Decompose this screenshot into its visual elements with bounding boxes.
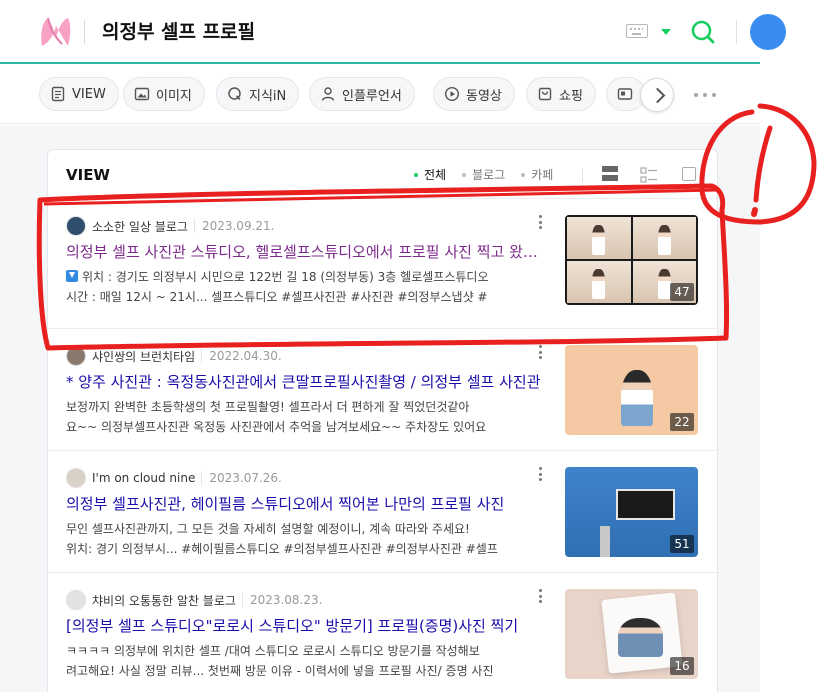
tab-video[interactable]: 동영상 <box>433 77 515 111</box>
more-options-icon[interactable] <box>538 589 542 603</box>
view-section: VIEW 전체 블로그 카페 소소한 일상 블로그 2023.09.21. 의정… <box>47 149 718 692</box>
more-options-icon[interactable] <box>538 467 542 481</box>
author-name: 샤인쌍의 브런치타임 <box>92 349 196 364</box>
filter-label: 카페 <box>531 168 554 182</box>
tab-images[interactable]: 이미지 <box>123 77 205 111</box>
result-title-link[interactable]: 의정부 셀프사진관, 헤이필름 스튜디오에서 찍어본 나만의 프로필 사진 <box>66 493 544 514</box>
result-thumbnail[interactable]: 22 <box>565 345 698 435</box>
result-snippet: 무인 셀프사진관까지, 그 모든 것을 자세히 설명할 예정이니, 계속 따라와… <box>66 519 544 559</box>
tabs-next-button[interactable] <box>640 78 674 112</box>
image-icon <box>134 87 150 101</box>
result-title-link[interactable]: * 양주 사진관 : 옥정동사진관에서 큰딸프로필사진촬영 / 의정부 셀프 사… <box>66 371 544 392</box>
tab-label: VIEW <box>72 86 106 102</box>
image-count-badge: 22 <box>670 413 694 431</box>
result-author[interactable]: 샤인쌍의 브런치타임 2022.04.30. <box>66 346 282 366</box>
tab-influencer[interactable]: 인플루언서 <box>309 77 415 111</box>
video-view-icon[interactable] <box>682 167 696 181</box>
location-badge-icon <box>66 270 78 282</box>
naver-logo-icon[interactable] <box>36 14 74 50</box>
tab-label: 이미지 <box>156 88 192 104</box>
result-item: I'm on cloud nine 2023.07.26. 의정부 셀프사진관,… <box>48 450 717 572</box>
author-name: 소소한 일상 블로그 <box>92 219 188 234</box>
header-divider-right <box>736 20 737 44</box>
tab-view[interactable]: VIEW <box>39 77 119 111</box>
result-thumbnail[interactable]: 16 <box>565 589 698 679</box>
result-item: 챠비의 오통통한 알찬 블로그 2023.08.23. [의정부 셀프 스튜디오… <box>48 572 717 692</box>
tab-label: 동영상 <box>466 88 502 104</box>
view-filters: 전체 블로그 카페 <box>414 166 569 183</box>
search-tabs: VIEW 이미지 지식iN 인플루언서 동영상 쇼핑 <box>0 64 760 124</box>
play-icon <box>444 86 460 102</box>
search-query-input[interactable]: 의정부 셀프 프로필 <box>102 17 255 44</box>
user-avatar[interactable] <box>750 14 786 50</box>
image-count-badge: 51 <box>670 535 694 553</box>
filter-blog[interactable]: 블로그 <box>462 166 505 183</box>
result-snippet: ㅋㅋㅋㅋ 의정부에 위치한 셀프 /대여 스튜디오 로로시 스튜디오 방문기를 … <box>66 641 544 681</box>
result-title-link[interactable]: 의정부 셀프 사진관 스튜디오, 헬로셀프스튜디오에서 프로필 사진 찍고 왔어… <box>66 241 544 262</box>
section-title: VIEW <box>66 166 110 184</box>
keyboard-icon[interactable] <box>626 24 648 38</box>
result-snippet: 보정까지 완벽한 초등학생의 첫 프로필촬영! 셀프라서 더 편하게 잘 찍었던… <box>66 397 544 437</box>
result-snippet: 위치 : 경기도 의정부시 시민으로 122번 길 18 (의정부동) 3층 헬… <box>66 267 544 307</box>
author-name: 챠비의 오통통한 알찬 블로그 <box>92 593 236 608</box>
snippet-line: 시간 : 매일 12시 ~ 21시... 셀프스튜디오 #셀프사진관 #사진관 … <box>66 290 488 304</box>
snippet-line: ㅋㅋㅋㅋ 의정부에 위치한 셀프 /대여 스튜디오 로로시 스튜디오 방문기를 … <box>66 644 480 658</box>
tab-kin[interactable]: 지식iN <box>216 77 300 111</box>
post-date: 2023.08.23. <box>241 593 322 607</box>
post-date: 2023.09.21. <box>193 219 274 233</box>
result-thumbnail[interactable]: 51 <box>565 467 698 557</box>
snippet-line: 보정까지 완벽한 초등학생의 첫 프로필촬영! 셀프라서 더 편하게 잘 찍었던… <box>66 400 470 414</box>
list-view-icon[interactable] <box>602 166 618 182</box>
result-author[interactable]: 챠비의 오통통한 알찬 블로그 2023.08.23. <box>66 590 322 610</box>
filter-cafe[interactable]: 카페 <box>521 166 553 183</box>
snippet-line: 려고해요! 사실 정말 리뷰... 첫번째 방문 이유 - 이력서에 넣을 프로… <box>66 664 494 678</box>
tab-label: 인플루언서 <box>342 88 402 104</box>
search-header: 의정부 셀프 프로필 <box>0 0 786 64</box>
chevron-down-icon[interactable] <box>661 29 671 35</box>
result-author[interactable]: I'm on cloud nine 2023.07.26. <box>66 468 282 488</box>
tab-label: 지식iN <box>249 88 287 104</box>
avatar <box>66 590 86 610</box>
tab-label: 쇼핑 <box>559 88 583 104</box>
tab-shopping[interactable]: 쇼핑 <box>526 77 596 111</box>
avatar <box>66 346 86 366</box>
filter-label: 블로그 <box>472 168 506 182</box>
filter-label: 전체 <box>424 168 447 182</box>
result-title-link[interactable]: [의정부 셀프 스튜디오"로로시 스튜디오" 방문기] 프로필(증명)사진 찍기 <box>66 615 544 636</box>
q-icon <box>228 87 241 101</box>
result-item: 소소한 일상 블로그 2023.09.21. 의정부 셀프 사진관 스튜디오, … <box>48 198 717 328</box>
post-date: 2023.07.26. <box>201 471 282 485</box>
header-divider <box>84 20 85 44</box>
snippet-line: 위치 : 경기도 의정부시 시민으로 122번 길 18 (의정부동) 3층 헬… <box>82 270 489 284</box>
image-count-badge: 16 <box>670 657 694 675</box>
person-icon <box>321 87 335 101</box>
snippet-line: 위치: 경기 의정부시... #헤이필름스튜디오 #의정부셀프사진관 #의정부사… <box>66 542 498 556</box>
news-icon <box>617 88 633 100</box>
more-options-icon[interactable] <box>538 215 542 229</box>
thumbnail-view-icon[interactable] <box>640 166 658 184</box>
shopping-icon <box>538 87 552 101</box>
document-icon <box>51 86 65 102</box>
snippet-line: 무인 셀프사진관까지, 그 모든 것을 자세히 설명할 예정이니, 계속 따라와… <box>66 522 470 536</box>
author-name: I'm on cloud nine <box>92 471 196 485</box>
result-item: 샤인쌍의 브런치타임 2022.04.30. * 양주 사진관 : 옥정동사진관… <box>48 328 717 450</box>
result-thumbnail[interactable]: 47 <box>565 215 698 305</box>
snippet-line: 요~~ 의정부셀프사진관 옥정동 사진관에서 추억을 남겨보세요~~ 주차장도 … <box>66 420 487 434</box>
image-count-badge: 47 <box>670 283 694 301</box>
result-author[interactable]: 소소한 일상 블로그 2023.09.21. <box>66 216 274 236</box>
filter-all[interactable]: 전체 <box>414 166 446 183</box>
more-options-icon[interactable] <box>538 345 542 359</box>
more-icon[interactable] <box>694 93 716 99</box>
avatar <box>66 468 86 488</box>
post-date: 2022.04.30. <box>201 349 282 363</box>
search-icon[interactable] <box>690 19 716 45</box>
filter-divider <box>582 168 583 182</box>
avatar <box>66 216 86 236</box>
